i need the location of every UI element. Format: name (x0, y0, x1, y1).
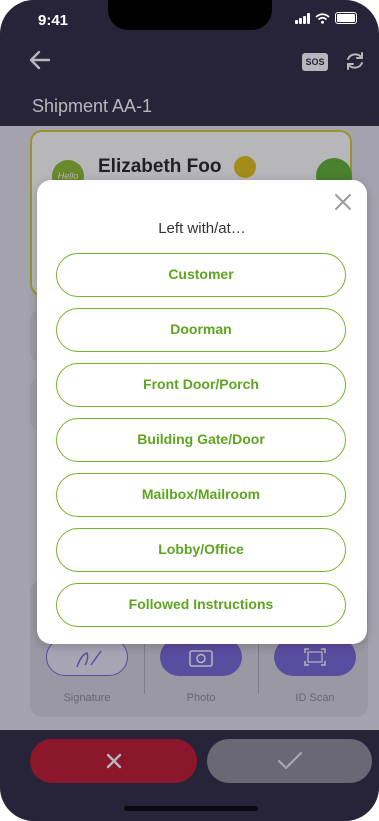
option-doorman[interactable]: Doorman (56, 308, 346, 352)
modal-title: Left with/at… (158, 220, 246, 237)
option-customer[interactable]: Customer (56, 253, 346, 297)
option-building-gate-door[interactable]: Building Gate/Door (56, 418, 346, 462)
left-with-modal: Left with/at… Customer Doorman Front Doo… (37, 180, 367, 644)
option-followed-instructions[interactable]: Followed Instructions (56, 583, 346, 627)
phone-screen: 9:41 SOS Shipment AA-1 Hello Elizabeth F… (0, 0, 379, 821)
signal-icon (295, 12, 310, 24)
battery-icon (335, 12, 357, 24)
option-lobby-office[interactable]: Lobby/Office (56, 528, 346, 572)
status-icons (295, 12, 357, 24)
option-mailbox-mailroom[interactable]: Mailbox/Mailroom (56, 473, 346, 517)
status-time: 9:41 (38, 12, 69, 29)
option-front-door-porch[interactable]: Front Door/Porch (56, 363, 346, 407)
option-list: Customer Doorman Front Door/Porch Buildi… (56, 253, 346, 638)
wifi-icon (315, 12, 330, 24)
notch (108, 0, 272, 30)
close-icon[interactable] (333, 192, 353, 212)
